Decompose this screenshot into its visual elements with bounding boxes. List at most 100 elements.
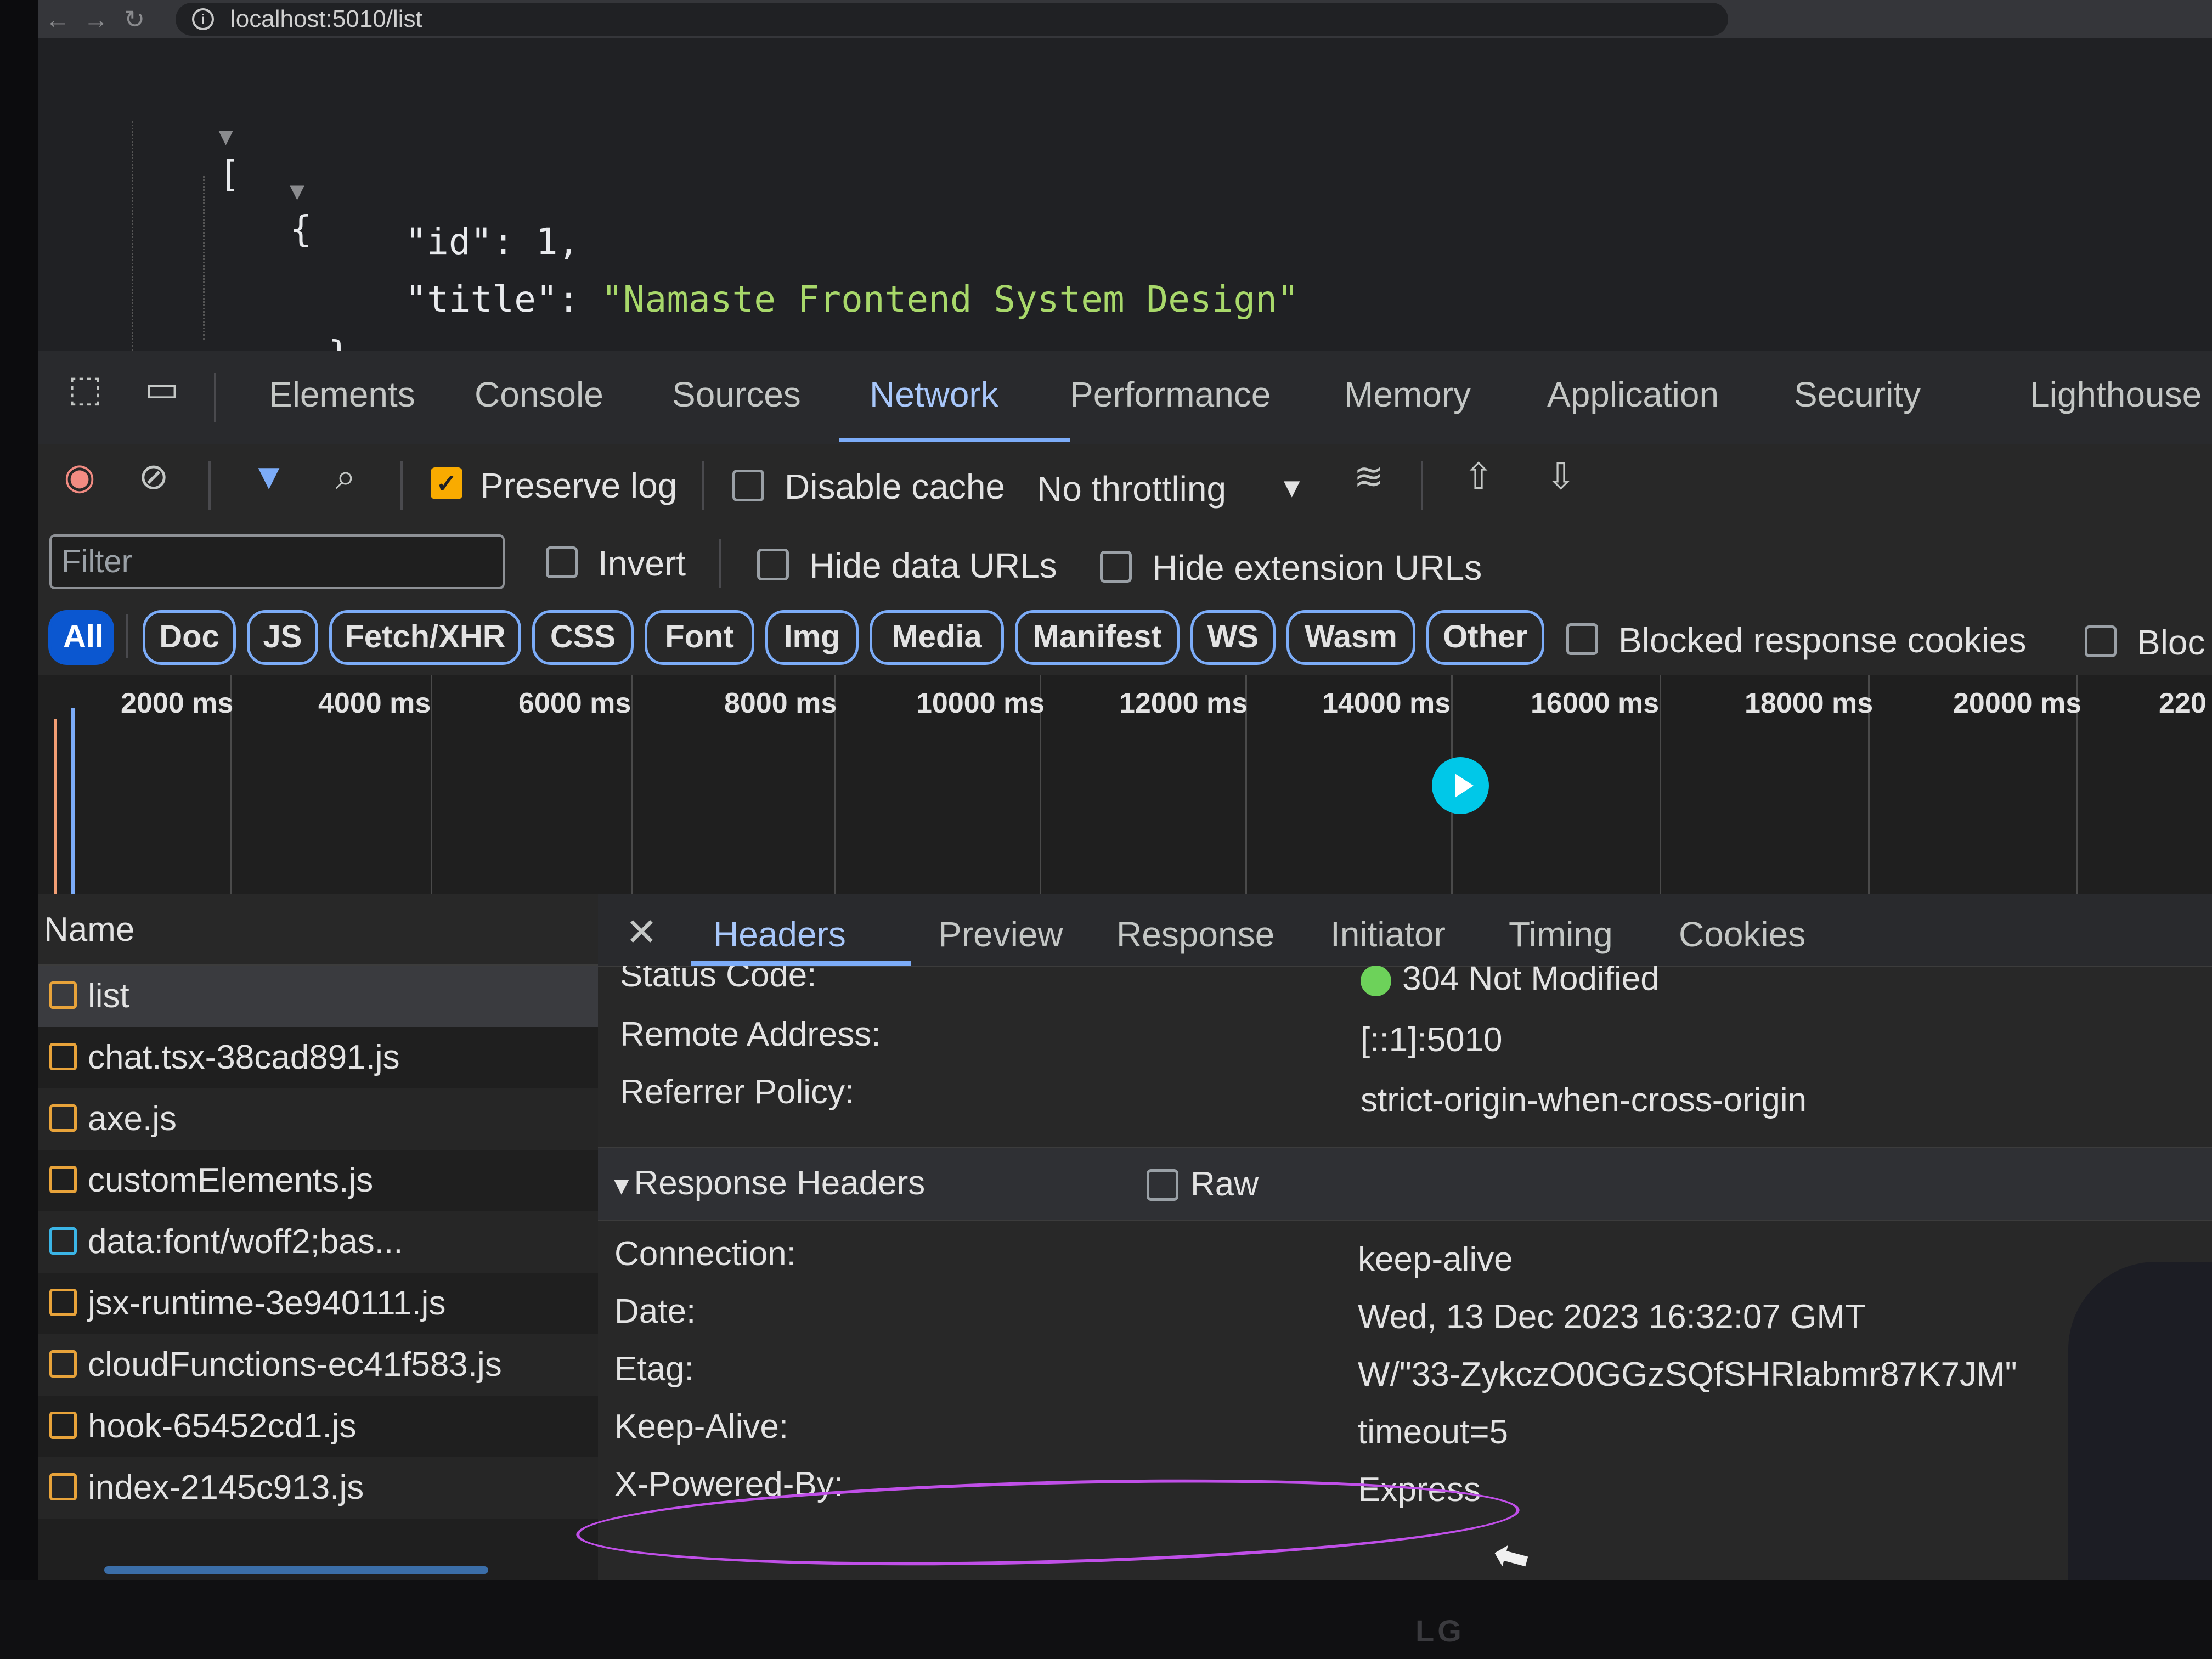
request-name: index-2145c913.js [88, 1469, 364, 1506]
divider [1421, 461, 1423, 510]
throttling-select[interactable]: No throttling [1037, 469, 1226, 509]
type-filter-media[interactable]: Media [870, 610, 1004, 665]
raw-label: Raw [1190, 1165, 1259, 1203]
filter-bar: Filter Invert Hide data URLs Hide extens… [38, 527, 2212, 603]
status-code-value: 304 Not Modified [1361, 966, 1660, 996]
active-tab-indicator [839, 438, 1070, 442]
invert-label: Invert [598, 544, 686, 583]
site-info-icon[interactable]: i [192, 8, 214, 30]
timeline-tick-label: 16000 ms [1531, 687, 1660, 719]
tab-memory[interactable]: Memory [1344, 374, 1471, 415]
blocked-response-cookies-label: Blocked response cookies [1618, 620, 2027, 660]
tab-console[interactable]: Console [475, 374, 603, 415]
address-bar[interactable]: i localhost:5010/list [176, 3, 1728, 36]
request-row[interactable]: data:font/woff2;bas... [38, 1211, 598, 1273]
type-filter-other[interactable]: Other [1426, 610, 1544, 665]
tab-preview[interactable]: Preview [938, 914, 1063, 955]
inspect-element-icon[interactable]: ⬚ [60, 368, 110, 422]
preserve-log-label: Preserve log [480, 466, 678, 505]
header-key: Connection: [614, 1235, 796, 1273]
tab-response[interactable]: Response [1116, 914, 1274, 955]
browser-toolbar: ← → ↻ i localhost:5010/list [38, 0, 2212, 38]
play-icon[interactable] [1432, 757, 1489, 814]
timeline-gridline [431, 675, 432, 894]
filter-input[interactable]: Filter [49, 534, 505, 589]
blocked-requests-checkbox[interactable] [2085, 625, 2117, 657]
remote-address-value: [::1]:5010 [1361, 1021, 1503, 1059]
network-overview[interactable]: 2000 ms 4000 ms 6000 ms 8000 ms 10000 ms… [38, 675, 2212, 896]
timeline-tick-label: 18000 ms [1745, 687, 1874, 719]
type-filter-all[interactable]: All [48, 610, 114, 665]
request-row[interactable]: chat.tsx-38cad891.js [38, 1027, 598, 1088]
type-filter-img[interactable]: Img [765, 610, 859, 665]
search-icon[interactable]: ⌕ [321, 455, 370, 510]
blocked-response-cookies-checkbox[interactable] [1566, 623, 1598, 655]
tab-network[interactable]: Network [870, 374, 998, 415]
response-headers-title: ▼Response Headers [609, 1164, 925, 1203]
tab-elements[interactable]: Elements [269, 374, 415, 415]
type-filter-font[interactable]: Font [645, 610, 754, 665]
device-toolbar-icon[interactable]: ▭ [137, 368, 187, 422]
tab-security[interactable]: Security [1794, 374, 1921, 415]
tab-sources[interactable]: Sources [672, 374, 801, 415]
header-value: keep-alive [1358, 1240, 1513, 1278]
request-row[interactable]: list [38, 966, 598, 1027]
request-details: ✕ Headers Preview Response Initiator Tim… [598, 894, 2212, 1580]
tab-headers[interactable]: Headers [713, 914, 846, 955]
tab-initiator[interactable]: Initiator [1330, 914, 1446, 955]
type-filter-js[interactable]: JS [247, 610, 318, 665]
hide-data-urls-checkbox[interactable] [757, 549, 789, 580]
request-row[interactable]: axe.js [38, 1088, 598, 1150]
preserve-log-checkbox[interactable]: ✓ [431, 467, 462, 499]
header-key: Date: [614, 1293, 696, 1330]
waterfall-bar [54, 719, 57, 894]
type-filter-manifest[interactable]: Manifest [1015, 610, 1180, 665]
request-name: chat.tsx-38cad891.js [88, 1039, 400, 1076]
tab-performance[interactable]: Performance [1070, 374, 1271, 415]
response-headers-section[interactable]: ▼Response Headers Raw [598, 1147, 2212, 1221]
import-har-icon[interactable]: ⇧ [1454, 455, 1503, 510]
raw-checkbox[interactable] [1147, 1169, 1178, 1201]
type-filter-css[interactable]: CSS [532, 610, 634, 665]
tab-cookies[interactable]: Cookies [1679, 914, 1805, 955]
request-name: jsx-runtime-3e940111.js [88, 1284, 446, 1322]
devtools-tab-bar: ⬚ ▭ Elements Console Sources Network Per… [38, 351, 2212, 446]
record-icon[interactable]: ◉ [55, 455, 104, 510]
type-filter-wasm[interactable]: Wasm [1286, 610, 1415, 665]
header-value: timeout=5 [1358, 1413, 1509, 1451]
request-row[interactable]: cloudFunctions-ec41f583.js [38, 1334, 598, 1396]
request-row[interactable]: index-2145c913.js [38, 1457, 598, 1519]
forward-icon[interactable]: → [77, 4, 115, 34]
type-filter-fetch-xhr[interactable]: Fetch/XHR [329, 610, 521, 665]
chevron-down-icon[interactable]: ▼ [1278, 472, 1306, 504]
divider [400, 461, 403, 510]
tab-timing[interactable]: Timing [1509, 914, 1613, 955]
response-headers-label: Response Headers [634, 1164, 926, 1202]
horizontal-scrollbar[interactable] [104, 1566, 488, 1574]
status-code-key: Status Code: [620, 966, 817, 993]
waterfall-bar [71, 708, 75, 894]
json-key-title: "title" [405, 278, 558, 320]
request-row[interactable]: hook-65452cd1.js [38, 1396, 598, 1457]
export-har-icon[interactable]: ⇩ [1536, 455, 1585, 510]
close-icon[interactable]: ✕ [625, 910, 658, 955]
timeline-tick-label: 10000 ms [916, 687, 1045, 719]
request-row[interactable]: jsx-runtime-3e940111.js [38, 1273, 598, 1334]
clear-icon[interactable]: ⊘ [129, 455, 178, 510]
filter-icon[interactable]: ▼ [244, 455, 294, 510]
hide-extension-urls-label: Hide extension URLs [1152, 548, 1482, 588]
network-conditions-icon[interactable]: ≋ [1344, 455, 1393, 510]
name-column-header[interactable]: Name [38, 894, 598, 966]
request-row[interactable]: customElements.js [38, 1150, 598, 1211]
script-icon [49, 1472, 77, 1500]
type-filter-ws[interactable]: WS [1190, 610, 1276, 665]
type-filter-doc[interactable]: Doc [143, 610, 236, 665]
hide-extension-urls-checkbox[interactable] [1100, 551, 1132, 583]
timeline-tick-label: 6000 ms [518, 687, 631, 719]
reload-icon[interactable]: ↻ [115, 4, 154, 34]
tab-lighthouse[interactable]: Lighthouse [2030, 374, 2202, 415]
tab-application[interactable]: Application [1547, 374, 1719, 415]
back-icon[interactable]: ← [38, 4, 77, 34]
invert-checkbox[interactable] [546, 546, 578, 578]
disable-cache-checkbox[interactable] [732, 470, 764, 501]
